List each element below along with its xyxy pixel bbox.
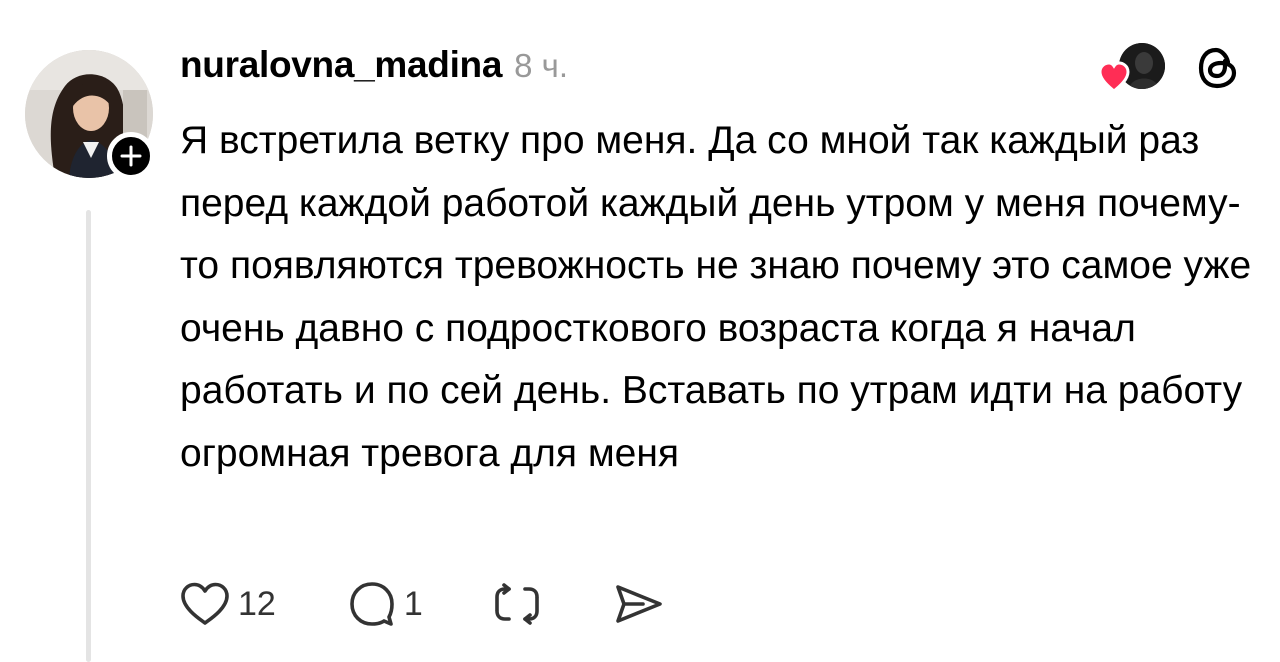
thread-connector-line	[86, 210, 91, 662]
heart-outline-icon	[181, 582, 229, 625]
author-avatar-container	[25, 50, 155, 180]
post-action-bar: 12 1	[180, 576, 665, 632]
heart-icon	[1098, 61, 1130, 93]
repost-button[interactable]	[491, 580, 543, 628]
thread-post: nuralovna_madina 8 ч. Я встретила ветку …	[0, 0, 1280, 662]
post-header: nuralovna_madina 8 ч.	[180, 44, 568, 94]
like-count: 12	[238, 584, 276, 623]
liked-by-indicator[interactable]	[1097, 43, 1167, 93]
follow-button[interactable]	[107, 132, 155, 180]
share-button[interactable]	[613, 582, 665, 626]
comment-bubble-icon	[350, 582, 394, 626]
username[interactable]: nuralovna_madina	[180, 44, 502, 86]
like-button[interactable]: 12	[180, 581, 276, 627]
timestamp: 8 ч.	[514, 47, 569, 84]
threads-logo-icon[interactable]	[1194, 44, 1242, 92]
post-body-text: Я встретила ветку про меня. Да со мной т…	[180, 119, 1252, 475]
reply-count: 1	[403, 584, 423, 623]
repost-icon	[494, 583, 539, 625]
send-icon	[615, 585, 662, 623]
plus-icon	[120, 145, 142, 167]
reply-button[interactable]: 1	[348, 580, 423, 628]
